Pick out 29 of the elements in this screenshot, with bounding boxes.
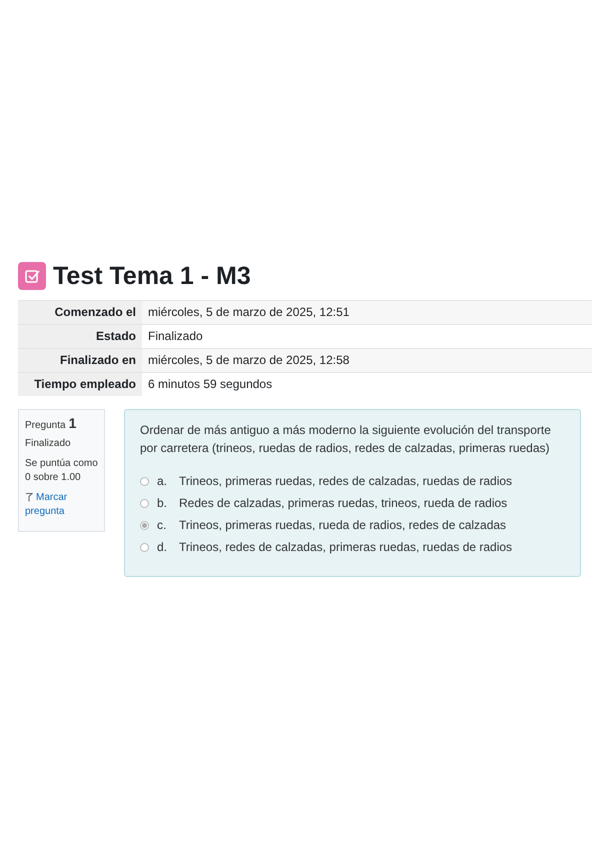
option-letter: d. — [157, 539, 168, 556]
question-text: Ordenar de más antiguo a más moderno la siguiente evolución del transporte por carretera (trineos, ruedas de radios, redes de calzadas, primeras ruedas) — [140, 422, 552, 457]
question-number: 1 — [68, 416, 76, 430]
page-title: Test Tema 1 - M3 — [53, 264, 251, 288]
option-letter: c. — [157, 517, 168, 534]
checkbox-icon — [18, 262, 46, 290]
question-grade: Se puntúa como 0 sobre 1.00 — [25, 457, 98, 485]
flag-link[interactable]: Marcar pregunta — [25, 491, 98, 519]
row-label: Comenzado el — [54, 305, 136, 319]
question-label: Pregunta — [25, 419, 66, 433]
flag-icon — [25, 492, 33, 502]
option-letter: a. — [157, 473, 168, 490]
radio-button[interactable] — [140, 498, 149, 508]
option-text: Redes de calzadas, primeras ruedas, trineos, rueda de radios — [179, 495, 508, 512]
row-value: miércoles, 5 de marzo de 2025, 12:51 — [148, 305, 350, 319]
row-value: miércoles, 5 de marzo de 2025, 12:58 — [148, 353, 350, 367]
radio-button[interactable] — [140, 542, 149, 552]
option-text: Trineos, primeras ruedas, redes de calzadas, ruedas de radios — [179, 473, 512, 490]
row-label: Estado — [96, 329, 136, 343]
option-letter: b. — [157, 495, 168, 512]
row-label: Finalizado en — [60, 353, 136, 367]
row-value: Finalizado — [148, 329, 203, 343]
row-label: Tiempo empleado — [34, 377, 136, 391]
option-text: Trineos, primeras ruedas, rueda de radios, redes de calzadas — [179, 517, 506, 534]
question-state: Finalizado — [25, 437, 72, 451]
option-text: Trineos, redes de calzadas, primeras ruedas, ruedas de radios — [179, 539, 512, 556]
radio-button[interactable] — [140, 520, 149, 530]
row-value: 6 minutos 59 segundos — [148, 377, 272, 391]
radio-button[interactable] — [140, 476, 149, 486]
